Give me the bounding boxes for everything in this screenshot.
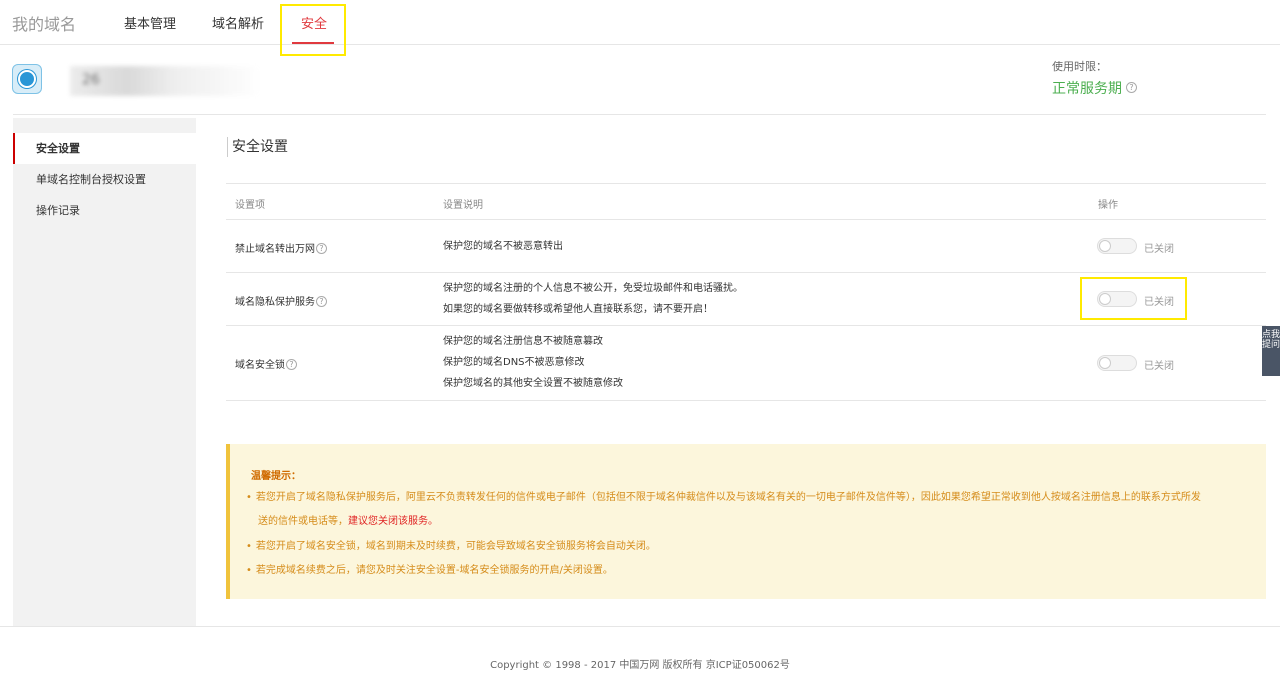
usage-period-label: 使用时限： xyxy=(1052,60,1107,73)
toggle-switch-security-lock[interactable] xyxy=(1097,355,1137,371)
setting-desc: 保护您的域名注册的个人信息不被公开，免受垃圾邮件和电话骚扰。 如果您的域名要做转… xyxy=(443,278,743,320)
toggle-status: 已关闭 xyxy=(1144,361,1174,372)
bullet-glyph: • xyxy=(246,492,252,503)
bullet-glyph: • xyxy=(246,541,252,552)
toggle-switch-transfer-lock[interactable] xyxy=(1097,238,1137,254)
sidebar: 安全设置 单域名控制台授权设置 操作记录 xyxy=(13,118,196,626)
desc-line: 保护您的域名注册的个人信息不被公开，免受垃圾邮件和电话骚扰。 xyxy=(443,283,743,294)
toggle-knob xyxy=(1099,240,1111,252)
header-setting-item: 设置项 xyxy=(235,200,265,211)
divider xyxy=(13,114,1266,115)
tab-basic-management[interactable]: 基本管理 xyxy=(124,13,176,32)
setting-name-text: 域名安全锁 xyxy=(235,360,285,371)
setting-desc: 保护您的域名不被恶意转出 xyxy=(443,236,563,257)
domain-globe-icon xyxy=(12,64,42,94)
notice-title: 温馨提示： xyxy=(251,471,301,482)
help-icon[interactable]: ? xyxy=(316,243,327,254)
help-icon[interactable]: ? xyxy=(316,296,327,307)
setting-name-privacy: 域名隐私保护服务? xyxy=(235,293,327,308)
header-operation: 操作 xyxy=(1098,200,1118,211)
desc-line: 保护您域名的其他安全设置不被随意修改 xyxy=(443,378,623,389)
desc-line: 保护您的域名注册信息不被随意篡改 xyxy=(443,336,603,347)
sidebar-item-security-settings[interactable]: 安全设置 xyxy=(13,133,196,164)
desc-line: 保护您的域名DNS不被恶意修改 xyxy=(443,357,585,368)
toggle-status: 已关闭 xyxy=(1144,244,1174,255)
help-icon[interactable]: ? xyxy=(1126,82,1137,93)
sidebar-item-console-authorization[interactable]: 单域名控制台授权设置 xyxy=(13,164,196,195)
top-nav: 我的域名 基本管理 域名解析 安全 xyxy=(0,0,1280,45)
notice-item: • 若您开启了域名安全锁，域名到期未及时续费，可能会导致域名安全锁服务将会自动关闭… xyxy=(246,535,1256,559)
header-setting-desc: 设置说明 xyxy=(443,200,483,211)
notice-item: • 若完成域名续费之后，请您及时关注安全设置-域名安全锁服务的开启/关闭设置。 xyxy=(246,559,1256,583)
help-icon[interactable]: ? xyxy=(286,359,297,370)
setting-name-security-lock: 域名安全锁? xyxy=(235,356,297,371)
notice-text: 送的信件或电话等， xyxy=(258,516,348,527)
table-row: 域名安全锁? 保护您的域名注册信息不被随意篡改 保护您的域名DNS不被恶意修改 … xyxy=(226,326,1266,401)
setting-name-text: 禁止域名转出万网 xyxy=(235,244,315,255)
section-title: 安全设置 xyxy=(227,137,288,157)
warm-tip-notice: 温馨提示： • 若您开启了域名隐私保护服务后，阿里云不负责转发任何的信件或电子邮件… xyxy=(226,444,1266,599)
notice-text: 若完成域名续费之后，请您及时关注安全设置-域名安全锁服务的开启/关闭设置。 xyxy=(255,565,613,576)
highlight-box-tab xyxy=(280,4,346,56)
table-header-row: 设置项 设置说明 操作 xyxy=(226,184,1266,220)
ask-question-float-button[interactable]: 点我提问 xyxy=(1262,326,1280,376)
usage-period-status: 正常服务期? xyxy=(1052,78,1137,98)
sidebar-item-operation-log[interactable]: 操作记录 xyxy=(13,195,196,226)
notice-item: • 若您开启了域名隐私保护服务后，阿里云不负责转发任何的信件或电子邮件（包括但不限… xyxy=(246,486,1256,534)
footer-copyright: Copyright © 1998 - 2017 中国万网 版权所有 京ICP证0… xyxy=(490,660,790,671)
security-settings-table: 设置项 设置说明 操作 禁止域名转出万网? 保护您的域名不被恶意转出 已关闭 域… xyxy=(226,183,1266,401)
notice-text: 若您开启了域名安全锁，域名到期未及时续费，可能会导致域名安全锁服务将会自动关闭。 xyxy=(255,541,656,552)
highlight-box-privacy-toggle xyxy=(1080,277,1187,320)
setting-name-transfer-lock: 禁止域名转出万网? xyxy=(235,240,327,255)
desc-line: 保护您的域名不被恶意转出 xyxy=(443,241,563,252)
toggle-knob xyxy=(1099,357,1111,369)
usage-status-text: 正常服务期 xyxy=(1052,81,1122,97)
table-row: 禁止域名转出万网? 保护您的域名不被恶意转出 已关闭 xyxy=(226,220,1266,273)
footer-divider xyxy=(0,626,1280,627)
setting-name-text: 域名隐私保护服务 xyxy=(235,297,315,308)
tab-dns-resolution[interactable]: 域名解析 xyxy=(212,13,264,32)
notice-text: 若您开启了域名隐私保护服务后，阿里云不负责转发任何的信件或电子邮件（包括但不限于… xyxy=(255,492,1201,503)
domain-name-obscured: 26 xyxy=(70,66,260,96)
brand-title[interactable]: 我的域名 xyxy=(12,11,76,35)
bullet-glyph: • xyxy=(246,565,252,576)
notice-close-service-link[interactable]: 建议您关闭该服务。 xyxy=(348,516,438,527)
setting-desc: 保护您的域名注册信息不被随意篡改 保护您的域名DNS不被恶意修改 保护您域名的其… xyxy=(443,331,623,394)
desc-line: 如果您的域名要做转移或希望他人直接联系您，请不要开启！ xyxy=(443,304,713,315)
